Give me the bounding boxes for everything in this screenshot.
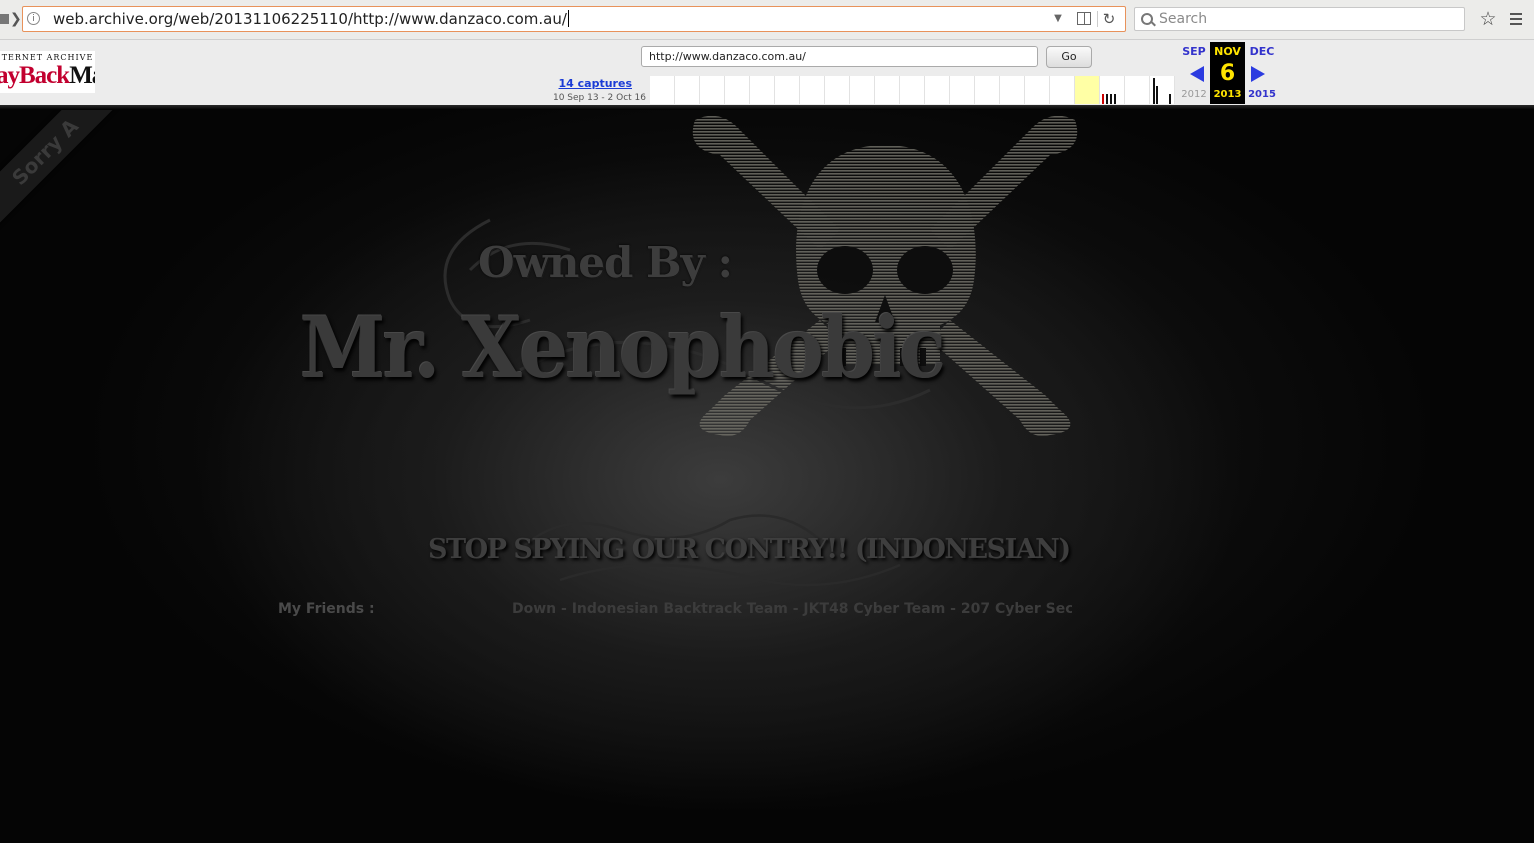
wayback-url-input[interactable]: http://www.danzaco.com.au/ [641,46,1038,67]
browser-toolbar: ❯ i web.archive.org/web/20131106225110/h… [0,0,1534,40]
sparkline-year-column[interactable] [1075,76,1100,104]
sparkline-year-column[interactable] [700,76,725,104]
bookmark-star-icon[interactable]: ☆ [1478,8,1498,30]
sparkline-year-column[interactable] [775,76,800,104]
sparkline-capture-mark[interactable] [1106,94,1108,104]
next-month-link[interactable]: DEC [1245,45,1279,58]
captures-range: 10 Sep 13 - 2 Oct 16 [552,93,646,103]
deface-message: STOP SPYING OUR CONTRY!! (INDONESIAN) [428,534,1071,565]
sparkline-year-column[interactable] [950,76,975,104]
capture-sparkline[interactable] [650,76,1175,104]
prev-year-link[interactable]: 2012 [1177,89,1211,100]
hacker-name: Mr. Xenophobic [300,298,946,397]
sparkline-capture-mark[interactable] [1153,78,1155,104]
sparkline-year-column[interactable] [875,76,900,104]
corner-ribbon: Sorry A [0,110,140,247]
search-input[interactable]: Search [1134,7,1465,31]
bookmarks-list-icon[interactable] [1508,11,1524,27]
sparkline-year-column[interactable] [750,76,775,104]
address-bar[interactable]: i web.archive.org/web/20131106225110/htt… [22,6,1126,32]
prev-month-link[interactable]: SEP [1177,45,1211,58]
sparkline-capture-mark[interactable] [1114,94,1116,104]
sparkline-capture-mark[interactable] [1102,94,1104,104]
wayback-logo[interactable]: TERNET ARCHIVE ayBackMachine [0,51,95,93]
sparkline-year-column[interactable] [650,76,675,104]
current-year: 2013 [1213,89,1242,100]
sparkline-year-column[interactable] [900,76,925,104]
reader-view-icon[interactable] [1077,12,1091,25]
sparkline-year-column[interactable] [725,76,750,104]
sparkline-year-column[interactable] [825,76,850,104]
search-placeholder: Search [1159,11,1208,27]
sparkline-capture-mark[interactable] [1169,94,1171,104]
search-icon [1141,13,1153,25]
sparkline-year-column[interactable] [1125,76,1150,104]
current-capture-date: NOV 6 2013 [1210,42,1245,104]
go-button[interactable]: Go [1046,46,1092,68]
sparkline-year-column[interactable] [1050,76,1075,104]
address-bar-url[interactable]: web.archive.org/web/20131106225110/http:… [53,7,569,31]
current-month: NOV [1214,45,1241,58]
next-capture-arrow-icon[interactable] [1251,66,1265,82]
archived-page: Sorry A Owned By: Mr. Xenophobic STOP S… [0,110,1534,843]
chevron-down-icon[interactable]: ▼ [1051,11,1065,27]
prev-capture-arrow-icon[interactable] [1190,66,1204,82]
captures-link[interactable]: 14 captures [520,77,632,90]
sparkline-capture-mark[interactable] [1110,94,1112,104]
sparkline-year-column[interactable] [1000,76,1025,104]
tab-icon[interactable] [0,12,10,26]
sparkline-year-column[interactable] [975,76,1000,104]
friends-label: My Friends : [278,601,375,617]
next-year-link[interactable]: 2015 [1245,89,1279,100]
wayback-logo-top: TERNET ARCHIVE [1,53,94,62]
owned-by-heading: Owned By : [478,238,733,287]
friends-marquee: Down - Indonesian Backtrack Team - JKT48… [512,601,1072,617]
sparkline-year-column[interactable] [1025,76,1050,104]
current-day: 6 [1219,61,1236,86]
divider [1097,11,1098,27]
sparkline-year-column[interactable] [850,76,875,104]
sparkline-year-column[interactable] [675,76,700,104]
sparkline-year-column[interactable] [800,76,825,104]
wayback-logo-wordmark: ayBackMachine [0,62,95,89]
sparkline-year-column[interactable] [925,76,950,104]
reload-icon[interactable]: ↻ [1101,9,1117,29]
sparkline-capture-mark[interactable] [1156,86,1158,104]
info-icon[interactable]: i [27,12,40,25]
